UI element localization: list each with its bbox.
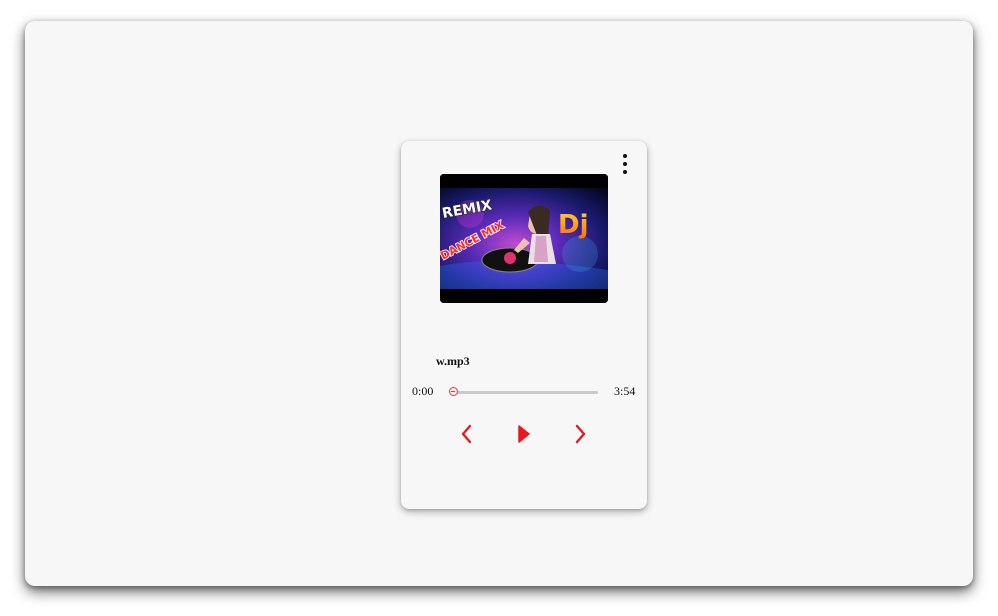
more-vertical-icon — [623, 154, 627, 158]
total-time: 3:54 — [614, 384, 636, 398]
menu-dot — [623, 170, 627, 174]
app-window: REMIX DANCE MIX Dj w.mp3 0:00 3:54 — [25, 21, 973, 586]
chevron-left-icon — [461, 424, 472, 444]
previous-track-button[interactable] — [458, 423, 476, 445]
play-icon — [518, 425, 530, 443]
play-button[interactable] — [516, 423, 534, 445]
seek-bar[interactable] — [449, 387, 598, 396]
cover-text-dj: Dj — [558, 210, 589, 240]
album-cover: REMIX DANCE MIX Dj — [440, 174, 608, 303]
chevron-right-icon — [575, 424, 586, 444]
track-title: w.mp3 — [436, 354, 470, 368]
music-player-card: REMIX DANCE MIX Dj w.mp3 0:00 3:54 — [401, 141, 647, 509]
next-track-button[interactable] — [571, 423, 589, 445]
album-cover-art: REMIX DANCE MIX Dj — [440, 174, 608, 303]
menu-dot — [623, 162, 627, 166]
current-time: 0:00 — [412, 384, 434, 398]
seek-bar-thumb[interactable] — [449, 387, 458, 396]
more-options-button[interactable] — [619, 153, 631, 175]
